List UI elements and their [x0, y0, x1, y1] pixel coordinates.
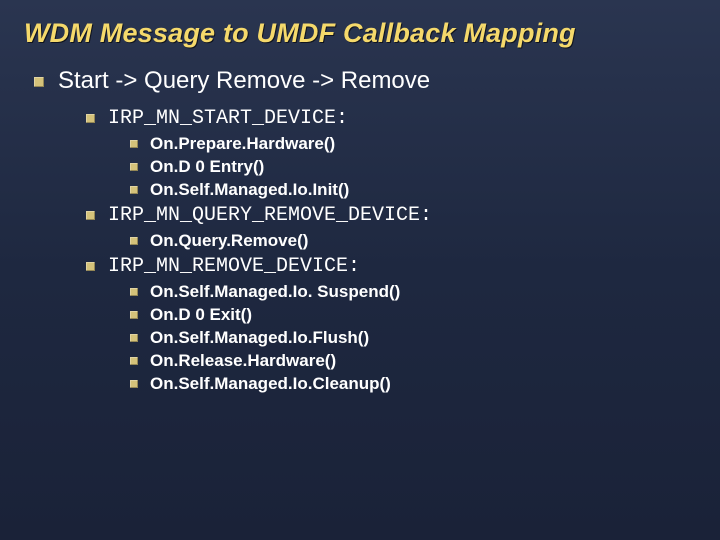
section-heading: IRP_MN_START_DEVICE: [108, 107, 348, 130]
main-bullet-text: Start -> Query Remove -> Remove [58, 67, 430, 94]
callback-item: On.Prepare.Hardware() [130, 134, 696, 154]
irp-remove-device: IRP_MN_REMOVE_DEVICE: On.Self.Managed.Io… [86, 255, 696, 394]
bullet-list-level1: Start -> Query Remove -> Remove IRP_MN_S… [34, 67, 696, 394]
callback-item: On.D 0 Entry() [130, 157, 696, 177]
bullet-list-level3: On.Self.Managed.Io. Suspend() On.D 0 Exi… [130, 282, 696, 394]
bullet-list-level3: On.Query.Remove() [130, 231, 696, 251]
callback-item: On.Query.Remove() [130, 231, 696, 251]
callback-item: On.Self.Managed.Io.Flush() [130, 328, 696, 348]
callback-item: On.Self.Managed.Io.Cleanup() [130, 374, 696, 394]
callback-item: On.D 0 Exit() [130, 305, 696, 325]
irp-query-remove-device: IRP_MN_QUERY_REMOVE_DEVICE: On.Query.Rem… [86, 204, 696, 251]
bullet-list-level3: On.Prepare.Hardware() On.D 0 Entry() On.… [130, 134, 696, 200]
callback-item: On.Self.Managed.Io.Init() [130, 180, 696, 200]
bullet-list-level2: IRP_MN_START_DEVICE: On.Prepare.Hardware… [86, 107, 696, 394]
callback-item: On.Self.Managed.Io. Suspend() [130, 282, 696, 302]
main-bullet: Start -> Query Remove -> Remove IRP_MN_S… [34, 67, 696, 394]
section-heading: IRP_MN_QUERY_REMOVE_DEVICE: [108, 204, 432, 227]
irp-start-device: IRP_MN_START_DEVICE: On.Prepare.Hardware… [86, 107, 696, 200]
slide-title: WDM Message to UMDF Callback Mapping [24, 18, 696, 49]
callback-item: On.Release.Hardware() [130, 351, 696, 371]
slide: WDM Message to UMDF Callback Mapping Sta… [0, 0, 720, 540]
section-heading: IRP_MN_REMOVE_DEVICE: [108, 255, 360, 278]
